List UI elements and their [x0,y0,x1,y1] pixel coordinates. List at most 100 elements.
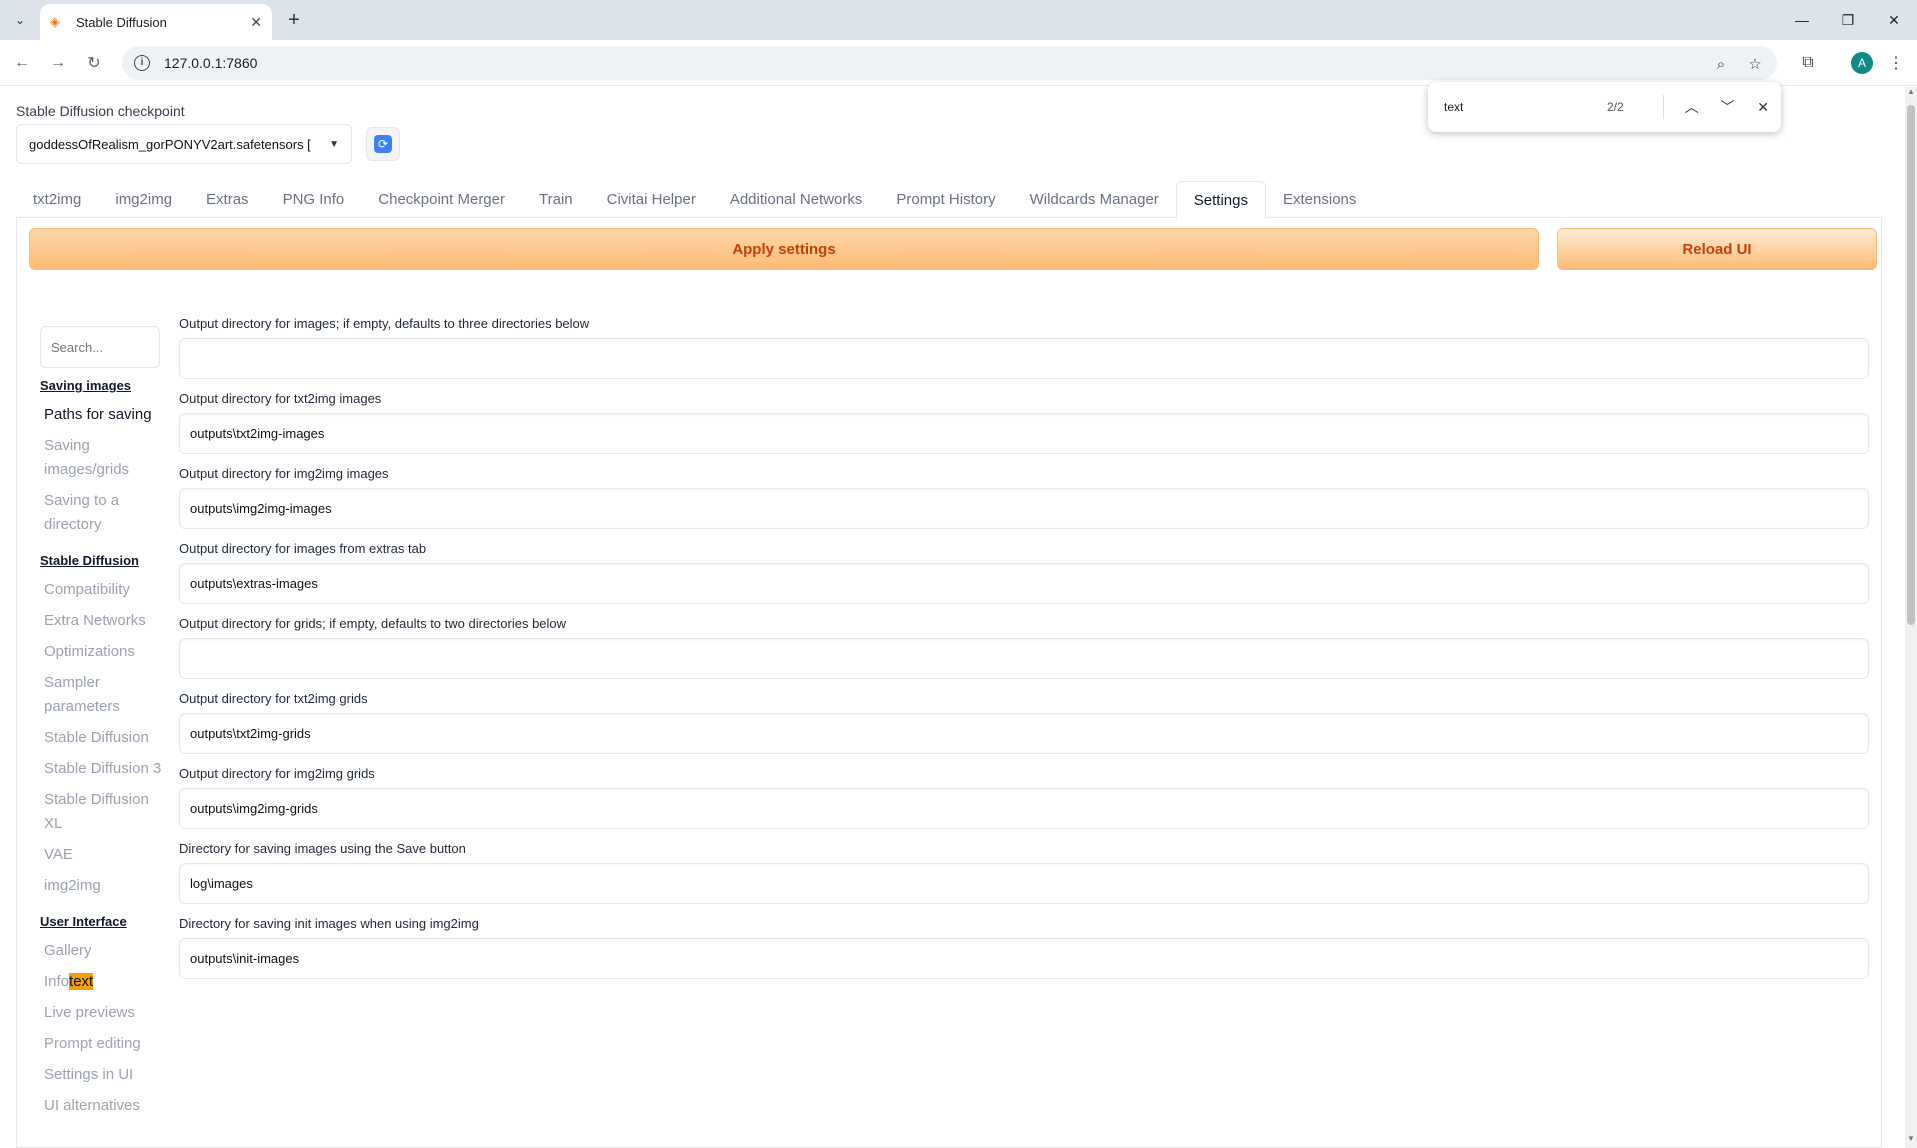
find-match-count: 2/2 [1606,100,1624,114]
reload-ui-button[interactable]: Reload UI [1557,228,1877,270]
outdir-extras-input[interactable] [179,563,1869,604]
checkpoint-dropdown[interactable]: goddessOfRealism_gorPONYV2art.safetensor… [16,124,352,164]
tab-search-chevron-icon[interactable]: ⌄ [8,8,32,32]
minimize-window-icon[interactable]: — [1779,0,1825,40]
restore-window-icon[interactable]: ❐ [1825,0,1871,40]
address-bar[interactable]: i 127.0.0.1:7860 ⌕ ☆ [122,46,1777,80]
page-scrollbar[interactable]: ▲ ▼ [1905,87,1917,1148]
tab-png-info[interactable]: PNG Info [266,181,362,218]
sidebar-item-stable-diffusion-xl[interactable]: Stable Diffusion XL [40,788,165,836]
field-label: Output directory for img2img images [179,466,389,481]
sidebar-item-gallery[interactable]: Gallery [40,939,165,963]
refresh-icon: ⟳ [374,135,392,153]
back-arrow-icon[interactable]: ← [10,51,34,75]
field-label: Output directory for images from extras … [179,541,427,556]
sidebar-section-user-interface[interactable]: User Interface [40,914,165,929]
outdir-save-input[interactable] [179,863,1869,904]
browser-titlebar: ⌄ ◈ Stable Diffusion ✕ + — ❐ ✕ [0,0,1917,40]
dropdown-caret-icon: ▼ [329,138,339,150]
outdir-img2img-grids-input[interactable] [179,788,1869,829]
field-label: Directory for saving images using the Sa… [179,841,466,856]
checkpoint-label: Stable Diffusion checkpoint [16,103,185,119]
sidebar-item-vae[interactable]: VAE [40,843,165,867]
tab-additional-networks[interactable]: Additional Networks [713,181,880,218]
tab-settings[interactable]: Settings [1175,181,1266,219]
outdir-grids-input[interactable] [179,638,1869,679]
extensions-puzzle-icon[interactable]: ⧉ [1797,52,1819,74]
field-label: Output directory for grids; if empty, de… [179,616,567,631]
sidebar-item-saving-images-grids[interactable]: Saving images/grids [40,434,165,482]
reload-icon[interactable]: ↻ [82,51,106,75]
infotext-prefix: Info [44,973,70,990]
field-outdir-init-images: Directory for saving init images when us… [179,916,1869,991]
find-close-icon[interactable]: ✕ [1745,92,1781,122]
field-label: Output directory for img2img grids [179,766,375,781]
scrollbar-thumb[interactable] [1907,105,1915,625]
sidebar-item-img2img[interactable]: img2img [40,874,165,898]
find-in-page-icon[interactable]: ⌕ [1711,54,1731,74]
close-tab-icon[interactable]: ✕ [250,14,262,31]
site-info-icon[interactable]: i [134,55,150,71]
scroll-up-arrow-icon[interactable]: ▲ [1905,87,1917,101]
refresh-checkpoints-button[interactable]: ⟳ [366,127,400,161]
sidebar-section-saving-images[interactable]: Saving images [40,378,165,393]
new-tab-plus-icon[interactable]: + [282,8,306,32]
browser-toolbar: ← → ↻ i 127.0.0.1:7860 ⌕ ☆ ⧉ A ⋮ [0,40,1917,86]
tab-train[interactable]: Train [522,181,590,218]
scroll-down-arrow-icon[interactable]: ▼ [1905,1134,1917,1148]
field-outdir-img2img-grids: Output directory for img2img grids [179,766,1869,841]
tab-civitai-helper[interactable]: Civitai Helper [590,181,713,218]
profile-avatar[interactable]: A [1851,52,1873,74]
sidebar-item-extra-networks[interactable]: Extra Networks [40,609,165,633]
webui-page: Stable Diffusion checkpoint goddessOfRea… [0,87,1905,1148]
tab-wildcards-manager[interactable]: Wildcards Manager [1013,181,1176,218]
field-outdir-save: Directory for saving images using the Sa… [179,841,1869,916]
field-outdir-grids: Output directory for grids; if empty, de… [179,616,1869,691]
checkpoint-value: goddessOfRealism_gorPONYV2art.safetensor… [29,136,311,152]
find-next-chevron-down-icon[interactable]: ﹀ [1709,92,1745,122]
browser-tab-title: Stable Diffusion [76,14,167,30]
tab-img2img[interactable]: img2img [98,181,189,218]
browser-tab[interactable]: ◈ Stable Diffusion ✕ [40,4,272,40]
sidebar-item-infotext[interactable]: Infotext [40,970,165,994]
tab-extras[interactable]: Extras [189,181,266,218]
browser-menu-icon[interactable]: ⋮ [1885,52,1907,74]
settings-sidebar: Saving images Paths for saving Saving im… [40,378,165,1125]
outdir-txt2img-input[interactable] [179,413,1869,454]
bookmark-star-icon[interactable]: ☆ [1745,54,1765,74]
sidebar-item-sampler-parameters[interactable]: Sampler parameters [40,671,165,719]
sidebar-item-optimizations[interactable]: Optimizations [40,640,165,664]
sidebar-item-stable-diffusion[interactable]: Stable Diffusion [40,726,165,750]
outdir-img2img-input[interactable] [179,488,1869,529]
field-label: Output directory for images; if empty, d… [179,316,590,331]
sidebar-item-ui-alternatives[interactable]: UI alternatives [40,1094,165,1118]
outdir-txt2img-grids-input[interactable] [179,713,1869,754]
find-query-input[interactable]: text [1428,100,1607,114]
sidebar-item-stable-diffusion-3[interactable]: Stable Diffusion 3 [40,757,165,781]
main-tabs: txt2img img2img Extras PNG Info Checkpoi… [16,181,1882,219]
field-label: Directory for saving init images when us… [179,916,479,931]
sidebar-section-stable-diffusion[interactable]: Stable Diffusion [40,553,165,568]
close-window-icon[interactable]: ✕ [1871,0,1917,40]
tab-extensions[interactable]: Extensions [1266,181,1373,218]
apply-settings-button[interactable]: Apply settings [29,228,1539,270]
sidebar-item-compatibility[interactable]: Compatibility [40,578,165,602]
sidebar-item-settings-in-ui[interactable]: Settings in UI [40,1063,165,1087]
sidebar-item-live-previews[interactable]: Live previews [40,1001,165,1025]
sidebar-item-paths-for-saving[interactable]: Paths for saving [40,403,165,427]
field-outdir-img2img: Output directory for img2img images [179,466,1869,541]
field-outdir-extras: Output directory for images from extras … [179,541,1869,616]
tab-checkpoint-merger[interactable]: Checkpoint Merger [361,181,522,218]
sidebar-item-saving-to-directory[interactable]: Saving to a directory [40,489,165,537]
find-previous-chevron-up-icon[interactable]: ︿ [1674,92,1710,122]
field-outdir-samples: Output directory for images; if empty, d… [179,316,1869,391]
tab-txt2img[interactable]: txt2img [16,181,98,218]
tab-prompt-history[interactable]: Prompt History [879,181,1012,218]
find-match-highlight: text [69,973,94,990]
sidebar-item-prompt-editing[interactable]: Prompt editing [40,1032,165,1056]
outdir-samples-input[interactable] [179,338,1869,379]
settings-search-input[interactable] [40,326,160,368]
outdir-init-images-input[interactable] [179,938,1869,979]
forward-arrow-icon[interactable]: → [46,51,70,75]
field-label: Output directory for txt2img images [179,391,382,406]
